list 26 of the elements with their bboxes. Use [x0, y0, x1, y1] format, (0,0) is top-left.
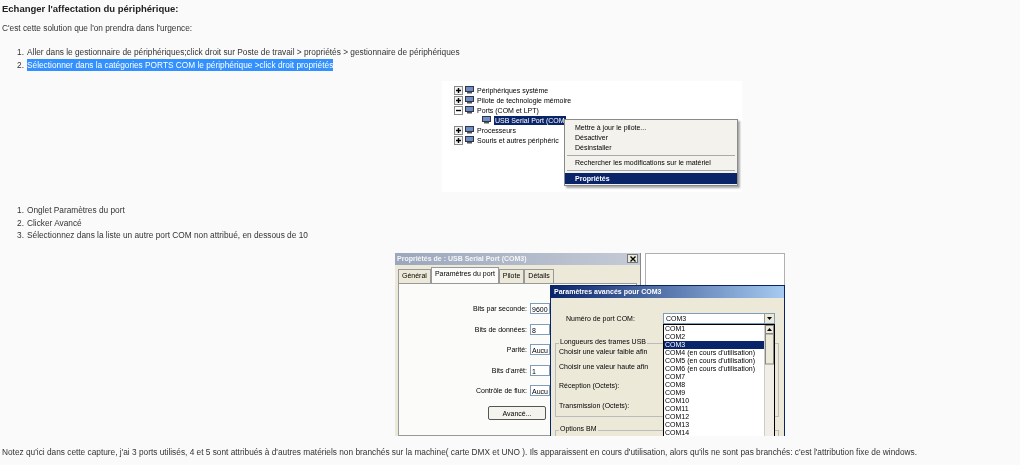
device-icon — [465, 136, 474, 144]
device-icon — [482, 116, 491, 124]
instruction-text: Sélectionnez dans la liste un autre port COM non attribué, en dessous de 10 — [27, 229, 308, 242]
list-number: 1. — [16, 204, 24, 217]
note-text: Notez qu'ici dans cette capture, j'ai 3 ports utilisés, 4 et 5 sont attribués à d'autres matériels non branchés sur la machine( carte DMX et UNO ). Ils apparaissent en cours d'utilisation, alors qu'ils ne sont pas branchés: c'est l'attribution fixe de windows. — [2, 445, 917, 458]
intro-text: C'est cette solution que l'on prendra dans l'urgence: — [2, 22, 193, 34]
expander-icon[interactable] — [454, 135, 463, 145]
expander-icon[interactable] — [454, 85, 463, 95]
close-button[interactable] — [627, 254, 638, 263]
instruction-text: Clicker Avancé — [27, 216, 82, 229]
list-number: 3. — [16, 229, 24, 242]
expander-icon[interactable] — [454, 125, 463, 135]
list-number: 2. — [16, 58, 24, 71]
device-icon — [465, 126, 474, 134]
scrollbar[interactable] — [764, 324, 774, 436]
device-icon — [465, 106, 474, 114]
instruction-text: Aller dans le gestionnaire de périphériques;click droit sur Poste de travail > propriétés > gestionnaire de périphériques — [27, 46, 460, 59]
expander-icon[interactable] — [454, 105, 463, 115]
instruction-text: Onglet Paramètres du port — [27, 204, 125, 217]
instruction-text: Sélectionner dans la catégories PORTS COM le périphérique >click droit propriétés — [27, 58, 334, 71]
expander-icon[interactable] — [454, 95, 463, 105]
section-heading: Echanger l'affectation du périphérique: — [2, 2, 179, 16]
device-icon — [465, 96, 474, 104]
list-number: 1. — [16, 46, 24, 59]
device-icon — [465, 86, 474, 94]
list-number: 2. — [16, 216, 24, 229]
